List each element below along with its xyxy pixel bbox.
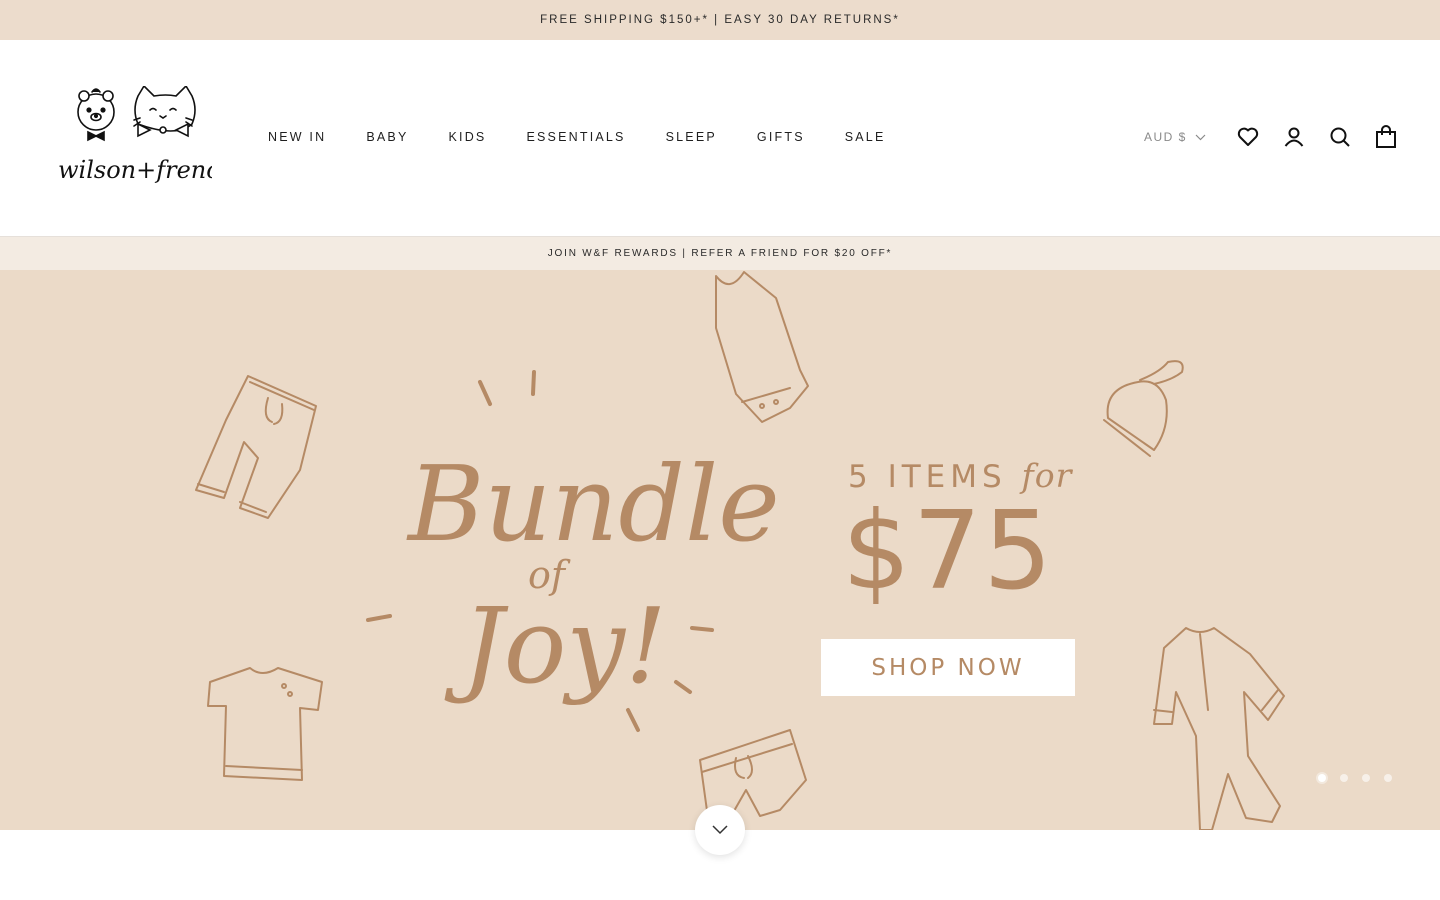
svg-text:wilson+frenchy: wilson+frenchy [58,156,212,184]
nav-essentials[interactable]: ESSENTIALS [526,130,625,144]
nav-sale[interactable]: SALE [845,130,886,144]
sleepsuit-illustration [1153,627,1285,830]
account-icon[interactable] [1282,125,1306,149]
slide-dot-2[interactable] [1340,774,1348,782]
script-headline: Bundle of Joy! [406,443,780,707]
onesie-illustration [715,271,809,423]
currency-label: AUD $ [1144,130,1187,144]
heart-icon[interactable] [1236,125,1260,149]
nav-gifts[interactable]: GIFTS [757,130,805,144]
site-header: wilson+frenchy NEW IN BABY KIDS ESSENTIA… [0,40,1440,237]
hat-illustration [1103,360,1184,457]
script-word-joy: Joy! [444,585,667,707]
hero-banner[interactable]: Bundle of Joy! 5 ITEMS for $75 SHOP NOW [0,270,1440,830]
brand-logo[interactable]: wilson+frenchy [56,84,249,194]
search-icon[interactable] [1328,125,1352,149]
main-nav: NEW IN BABY KIDS ESSENTIALS SLEEP GIFTS … [268,130,926,144]
rewards-text: JOIN W&F REWARDS | REFER A FRIEND FOR $2… [547,248,893,259]
slideshow-dots [1318,774,1392,782]
rewards-bar[interactable]: JOIN W&F REWARDS | REFER A FRIEND FOR $2… [0,237,1440,270]
shop-now-button[interactable]: SHOP NOW [821,639,1075,696]
nav-sleep[interactable]: SLEEP [666,130,717,144]
announcement-text: FREE SHIPPING $150+* | EASY 30 DAY RETUR… [540,14,900,26]
chevron-down-icon [1195,134,1206,140]
scroll-down-button[interactable] [695,805,745,855]
header-icons [1236,125,1398,149]
slide-dot-4[interactable] [1384,774,1392,782]
nav-new-in[interactable]: NEW IN [268,130,326,144]
nav-kids[interactable]: KIDS [449,130,487,144]
pants-illustration [195,375,317,519]
tee-illustration [207,667,323,781]
nav-baby[interactable]: BABY [366,130,408,144]
announcement-bar: FREE SHIPPING $150+* | EASY 30 DAY RETUR… [0,0,1440,40]
slide-dot-1[interactable] [1318,774,1326,782]
bag-icon[interactable] [1374,125,1398,149]
currency-selector[interactable]: AUD $ [1144,130,1206,144]
script-word-bundle: Bundle [406,443,780,565]
slide-dot-3[interactable] [1362,774,1370,782]
chevron-down-icon [712,825,728,835]
promo-price: $75 [842,489,1055,614]
